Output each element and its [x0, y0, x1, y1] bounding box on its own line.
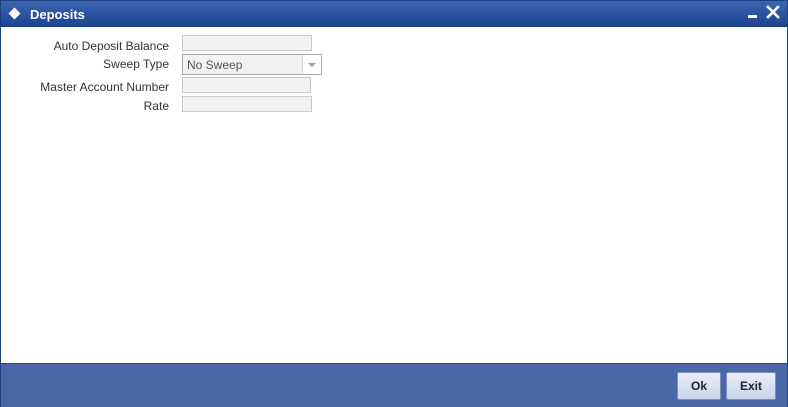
exit-button[interactable]: Exit — [726, 372, 776, 400]
sweep-type-value: No Sweep — [187, 58, 243, 72]
auto-deposit-balance-field[interactable] — [182, 35, 312, 51]
chevron-down-icon — [308, 63, 316, 67]
window-title: Deposits — [30, 7, 85, 22]
footer-bar: Ok Exit — [1, 363, 787, 407]
form-area: Auto Deposit Balance Sweep Type No Sweep… — [1, 27, 787, 363]
ok-button[interactable]: Ok — [677, 372, 721, 400]
sweep-type-select[interactable]: No Sweep — [182, 54, 322, 75]
dropdown-arrow[interactable] — [302, 55, 321, 74]
master-account-number-field[interactable] — [182, 77, 311, 93]
title-bar: Deposits — [1, 1, 787, 27]
deposits-window: Deposits Auto Deposit Balance Sweep Type… — [0, 0, 788, 407]
auto-deposit-balance-label: Auto Deposit Balance — [53, 39, 169, 53]
close-icon[interactable] — [764, 4, 782, 22]
rate-field[interactable] — [182, 96, 312, 112]
rate-label: Rate — [143, 99, 169, 113]
diamond-icon — [8, 7, 21, 20]
sweep-type-label: Sweep Type — [103, 57, 169, 71]
master-account-number-label: Master Account Number — [40, 80, 169, 94]
minimize-icon[interactable] — [744, 4, 762, 22]
